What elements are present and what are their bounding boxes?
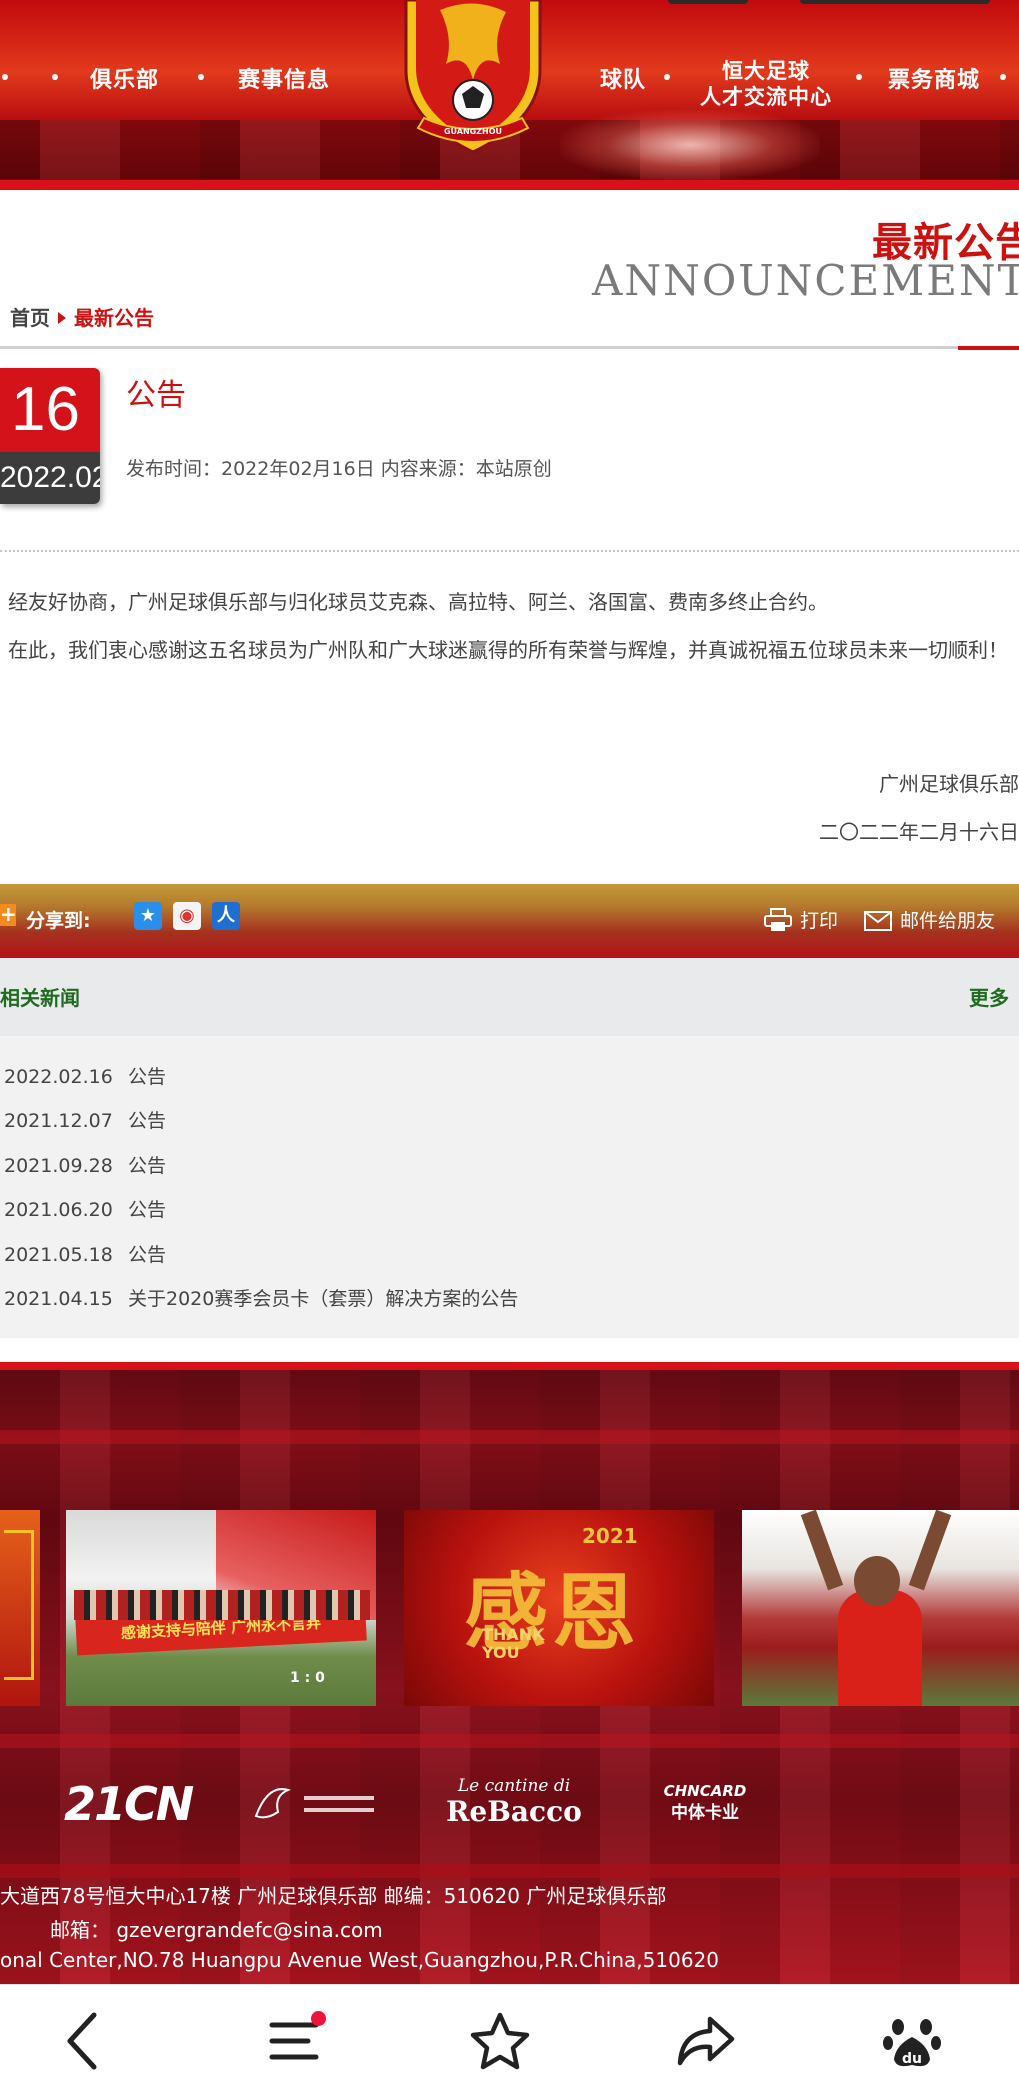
thumb-thanks-en: THANK YOU (482, 1625, 545, 1662)
related-news-title: 相关新闻 (0, 986, 80, 1010)
related-news-item[interactable]: 2021.05.18 公告 (4, 1240, 166, 1267)
header-glow (560, 110, 820, 180)
browser-bottom-bar: du (0, 1984, 1019, 2098)
baidu-paw-icon[interactable]: du (876, 2005, 948, 2077)
news-title: 公告 (128, 1066, 167, 1088)
article-paragraph: 在此，我们衷心感谢这五名球员为广州队和广大球迷赢得的所有荣誉与辉煌，并真诚祝福五… (8, 638, 1008, 662)
printer-icon (764, 908, 792, 931)
menu-notification-dot (311, 2011, 326, 2026)
share-icon[interactable] (670, 2005, 742, 2077)
nav-separator-dot (2, 74, 8, 80)
sponsor-logo-21cn[interactable]: 21CN (64, 1776, 194, 1832)
top-tab-indicator (668, 0, 748, 4)
nav-separator-dot (664, 74, 670, 80)
title-divider (0, 346, 1019, 349)
sponsor-chncard-line1: CHNCARD (663, 1782, 747, 1800)
related-news-item[interactable]: 2021.06.20 公告 (4, 1195, 166, 1222)
footer-band (0, 1430, 1019, 1444)
svg-text:du: du (902, 2051, 922, 2067)
related-news-section: 相关新闻 更多 2022.02.16 公告 2021.12.07 公告 2021.0… (0, 958, 1019, 1338)
sponsor-logo-chncard[interactable]: CHNCARD 中体卡业 (650, 1776, 760, 1832)
nav-item-talent-line2: 人才交流中心 (700, 85, 832, 109)
mail-icon (864, 911, 892, 931)
related-news-item[interactable]: 2021.04.15 关于2020赛季会员卡（套票）解决方案的公告 (4, 1284, 518, 1311)
news-date: 2021.06.20 (4, 1199, 113, 1221)
breadcrumb-current[interactable]: 最新公告 (74, 306, 154, 330)
news-title: 公告 (128, 1199, 167, 1221)
page-title-en: ANNOUNCEMENTS (592, 256, 1019, 305)
sponsor-rebacco-line2: ReBacco (446, 1795, 582, 1828)
nav-item-talent-center[interactable]: 恒大足球 人才交流中心 (700, 58, 832, 110)
breadcrumb-home-link[interactable]: 首页 (10, 306, 50, 330)
sponsor-rebacco-line1: Le cantine di (457, 1776, 571, 1796)
article-date-badge: 16 2022.02 (0, 368, 100, 504)
article-signature: 广州足球俱乐部 (879, 772, 1019, 796)
article-title: 公告 (126, 378, 186, 413)
related-news-item[interactable]: 2021.12.07 公告 (4, 1106, 166, 1133)
renren-icon[interactable]: 人 (212, 902, 240, 930)
title-divider-accent (958, 346, 1019, 350)
footer-top-line (0, 1362, 1019, 1370)
print-button[interactable]: 打印 (764, 906, 838, 933)
nav-item-team[interactable]: 球队 (600, 62, 646, 94)
related-news-more-link[interactable]: 更多 (969, 982, 1009, 1011)
article-date-year-month: 2022.02 (0, 452, 100, 504)
footer-thumbnail[interactable]: 2021 感恩 THANK YOU (404, 1510, 714, 1706)
footer-address-zh: 大道西78号恒大中心17楼 广州足球俱乐部 邮编：510620 广州足球俱乐部 (0, 1884, 667, 1908)
related-news-header: 相关新闻 更多 (0, 958, 1019, 1036)
news-date: 2021.04.15 (4, 1288, 113, 1310)
news-date: 2021.05.18 (4, 1244, 113, 1266)
top-tab-indicator (800, 0, 990, 4)
weibo-icon[interactable]: ◉ (173, 902, 201, 930)
news-date: 2021.12.07 (4, 1110, 113, 1132)
share-label: 分享到: (26, 910, 91, 932)
mail-friend-button[interactable]: 邮件给朋友 (864, 906, 995, 933)
crest-text: GUANGZHOU (444, 127, 502, 136)
nav-item-matches[interactable]: 赛事信息 (238, 62, 330, 94)
footer-address-en: onal Center,NO.78 Huangpu Avenue West,Gu… (0, 1948, 719, 1972)
footer-thumbnail[interactable]: 感谢支持与陪伴 广州永不言弃 1 : 0 (66, 1510, 376, 1706)
nav-separator-dot (1000, 74, 1006, 80)
nav-separator-dot (198, 74, 204, 80)
share-bar: + 分享到: ★ ◉ 人 打印 邮件给朋友 (0, 884, 1019, 958)
nav-item-club[interactable]: 俱乐部 (90, 62, 159, 94)
news-date: 2022.02.16 (4, 1066, 113, 1088)
mail-label: 邮件给朋友 (900, 910, 996, 932)
star-icon[interactable] (464, 2005, 536, 2077)
news-date: 2021.09.28 (4, 1155, 113, 1177)
footer-thumbnail[interactable] (0, 1510, 40, 1706)
related-news-item[interactable]: 2021.09.28 公告 (4, 1151, 166, 1178)
print-label: 打印 (800, 910, 839, 932)
nav-item-talent-line1: 恒大足球 (722, 59, 810, 83)
sponsor-logo-culture[interactable] (248, 1776, 378, 1832)
news-title: 公告 (128, 1244, 167, 1266)
article-meta: 发布时间：2022年02月16日 内容来源：本站原创 (126, 458, 552, 480)
thumb-thanks-year: 2021 (582, 1524, 638, 1548)
article-paragraph: 经友好协商，广州足球俱乐部与归化球员艾克森、高拉特、阿兰、洛国富、费南多终止合约… (8, 590, 828, 614)
nav-separator-dot (856, 74, 862, 80)
nav-item-shop[interactable]: 票务商城 (888, 62, 980, 94)
article-divider (0, 550, 1019, 552)
share-plus-icon[interactable]: + (0, 904, 17, 926)
qq-zone-icon[interactable]: ★ (134, 902, 162, 930)
related-news-item[interactable]: 2022.02.16 公告 (4, 1062, 166, 1089)
footer-email[interactable]: 邮箱： gzevergrandefc@sina.com (50, 1914, 383, 1943)
breadcrumb-arrow-icon (58, 312, 66, 324)
thumb-score: 1 : 0 (290, 1670, 325, 1686)
footer-band (0, 1734, 1019, 1748)
article-sign-date: 二〇二二年二月十六日 (819, 820, 1019, 844)
sponsor-logo-rebacco[interactable]: Le cantine di ReBacco (444, 1776, 584, 1832)
footer-band (0, 1864, 1019, 1878)
article-date-day: 16 (0, 368, 100, 452)
header-bottom-line (0, 180, 1019, 190)
news-title: 关于2020赛季会员卡（套票）解决方案的公告 (128, 1288, 519, 1310)
club-crest-logo[interactable]: GUANGZHOU (400, 0, 546, 156)
footer-thumbnail[interactable] (742, 1510, 1019, 1706)
breadcrumb: 首页 最新公告 (10, 302, 154, 331)
sponsor-chncard-line2: 中体卡业 (671, 1803, 739, 1823)
news-title: 公告 (128, 1110, 167, 1132)
back-icon[interactable] (48, 2005, 120, 2077)
nav-separator-dot (52, 74, 58, 80)
news-title: 公告 (128, 1155, 167, 1177)
